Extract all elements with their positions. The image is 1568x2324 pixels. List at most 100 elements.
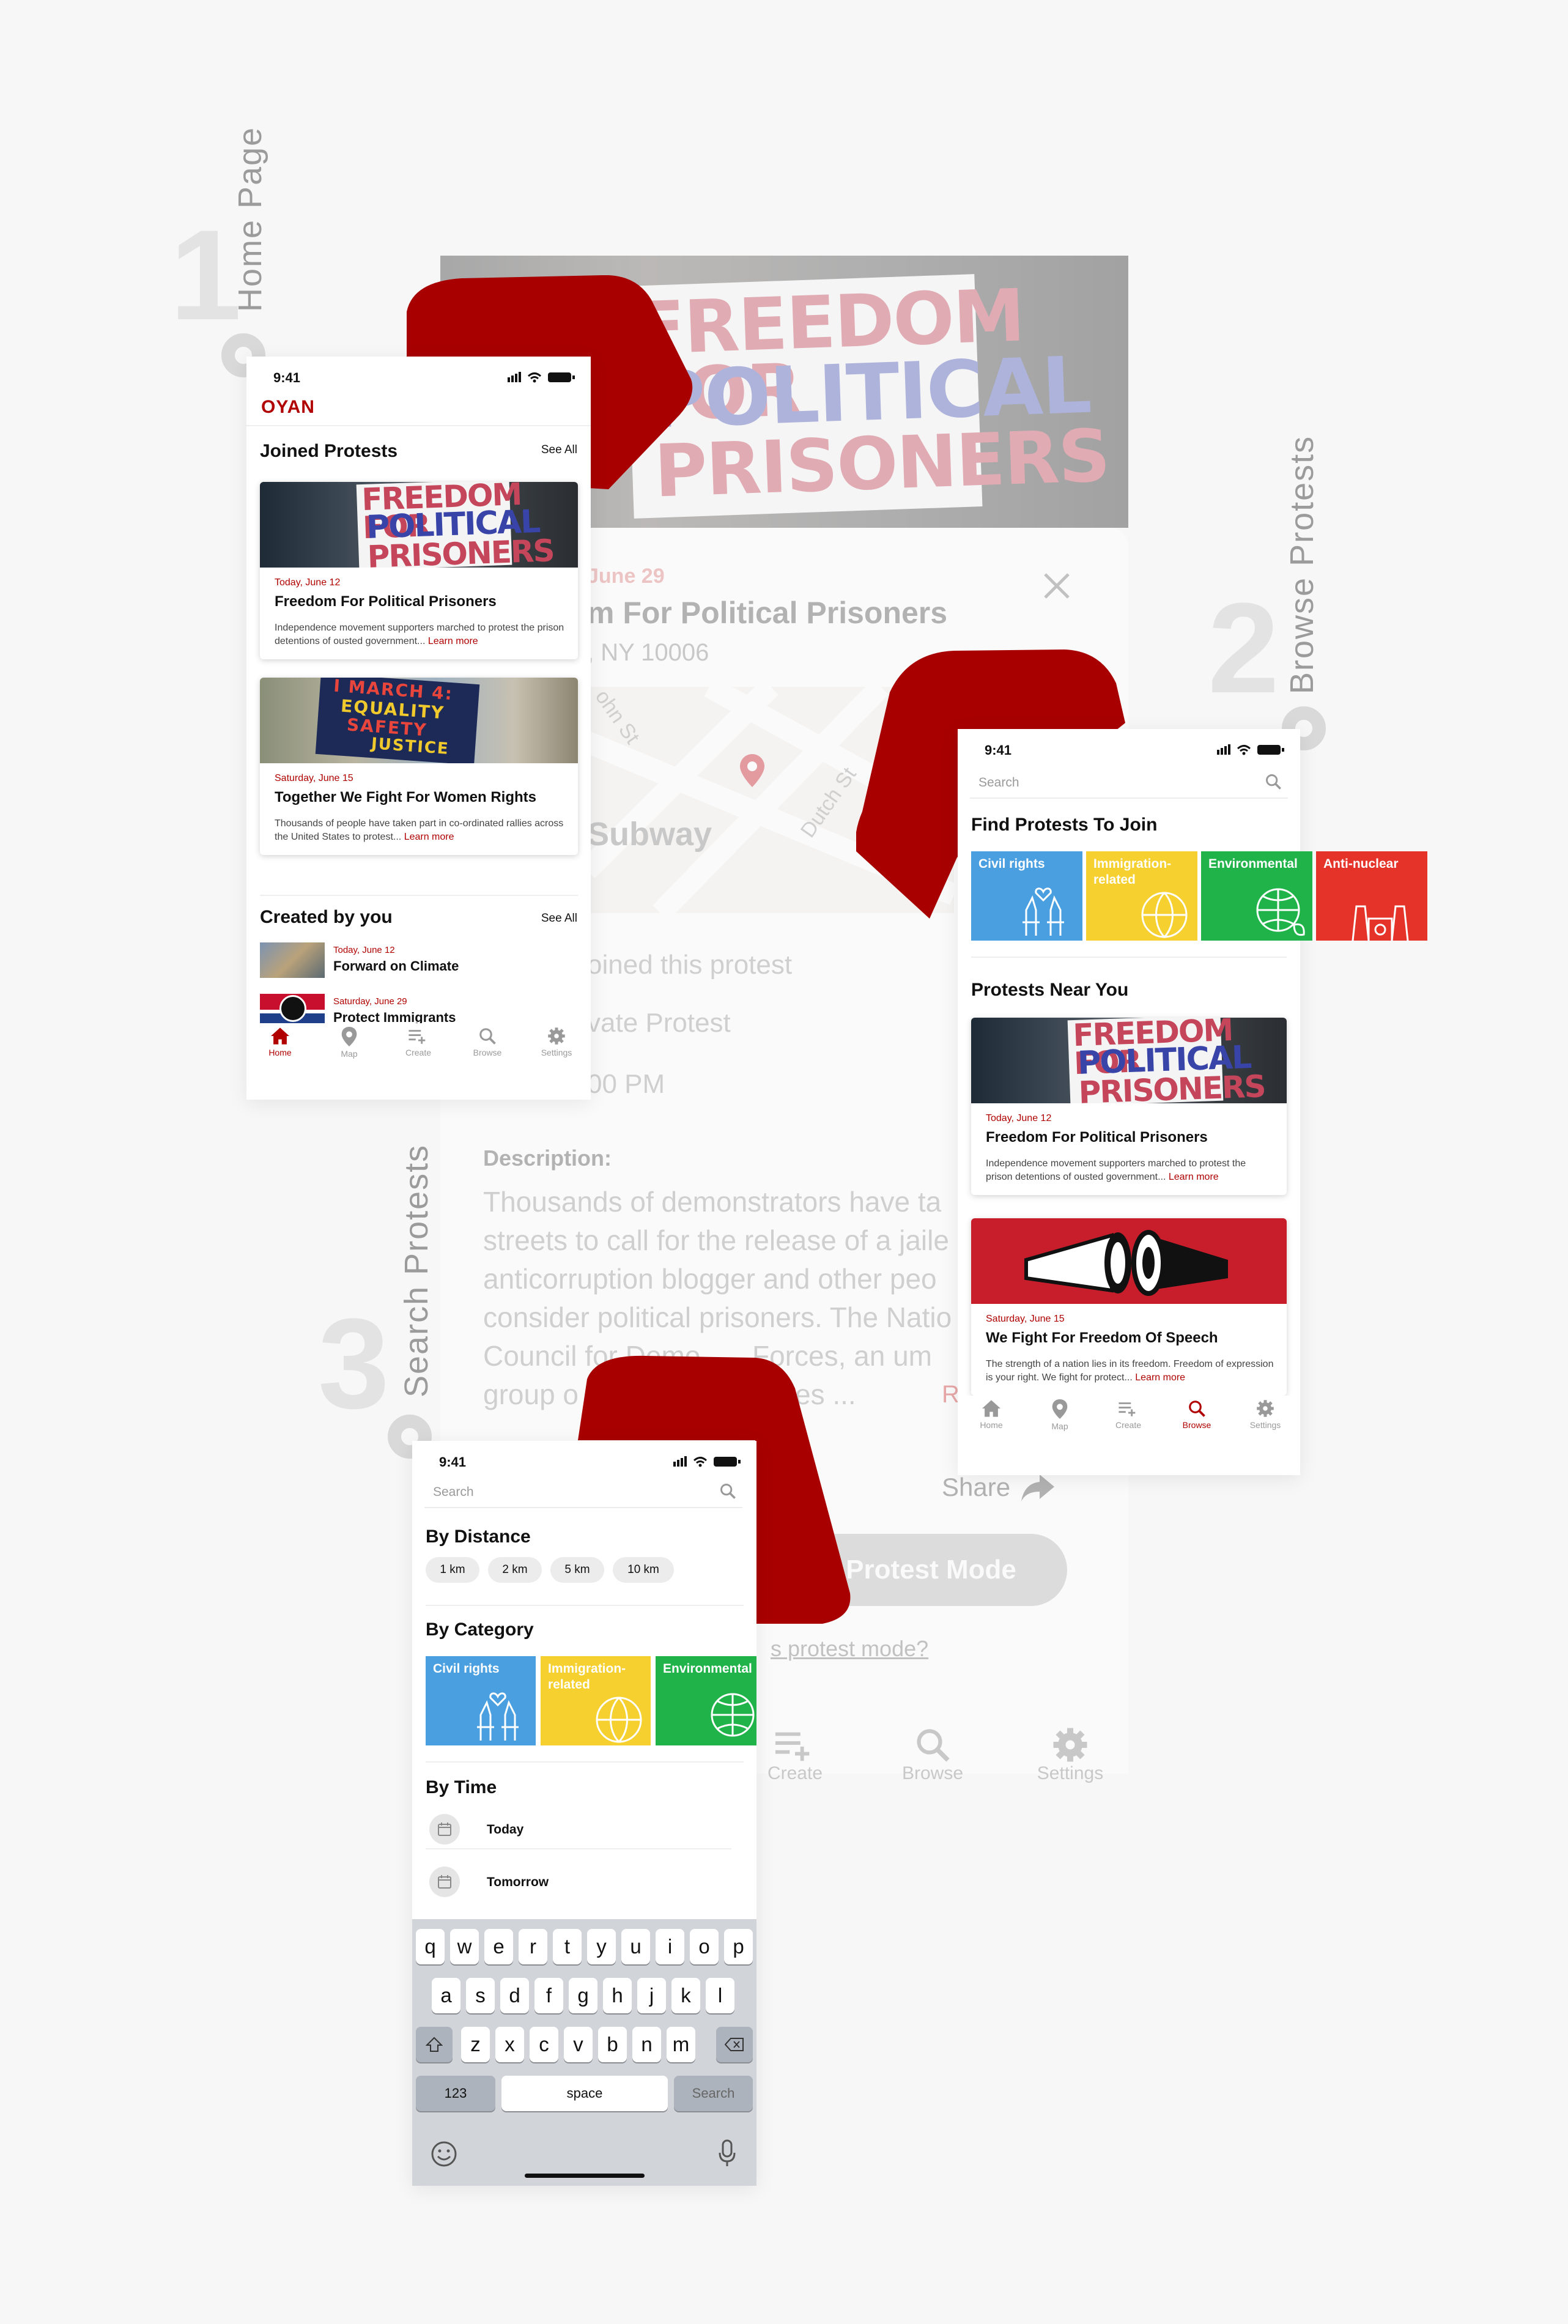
detail-tab-settings[interactable]: Settings <box>1024 1726 1116 1784</box>
tab-map[interactable]: Map <box>1026 1399 1093 1431</box>
key-v[interactable]: v <box>564 2027 593 2062</box>
category-label: Environmental <box>663 1662 752 1676</box>
protest-mode-help-link[interactable]: s protest mode? <box>771 1636 928 1662</box>
key-m[interactable]: m <box>667 2027 695 2062</box>
key-i[interactable]: i <box>656 1929 684 1964</box>
space-key[interactable]: space <box>501 2076 668 2111</box>
key-n[interactable]: n <box>632 2027 661 2062</box>
emoji-icon[interactable] <box>431 2141 457 2167</box>
key-w[interactable]: w <box>450 1929 479 1964</box>
category-anti-nuclear[interactable]: Anti-nuclear <box>1316 851 1427 941</box>
key-l[interactable]: l <box>706 1978 734 2013</box>
close-icon[interactable] <box>1043 572 1071 603</box>
protest-card[interactable]: Saturday, June 15 We Fight For Freedom O… <box>971 1218 1287 1396</box>
create-icon <box>775 1732 810 1761</box>
protest-title: We Fight For Freedom Of Speech <box>986 1330 1218 1346</box>
key-g[interactable]: g <box>569 1978 597 2013</box>
key-k[interactable]: k <box>671 1978 700 2013</box>
gear-icon <box>1257 1400 1274 1417</box>
key-a[interactable]: a <box>432 1978 460 2013</box>
divider <box>426 1761 744 1763</box>
detail-sign-line: PRISONERS <box>653 413 1111 514</box>
learn-more-link[interactable]: Learn more <box>1169 1172 1219 1182</box>
category-environmental[interactable]: Environmental <box>656 1656 756 1745</box>
distance-chip[interactable]: 10 km <box>613 1557 674 1583</box>
search-icon <box>917 1729 950 1762</box>
delete-key[interactable] <box>716 2027 753 2062</box>
distance-chip[interactable]: 5 km <box>550 1557 604 1583</box>
key-t[interactable]: t <box>553 1929 582 1964</box>
globe-hands-icon <box>596 1697 642 1744</box>
key-r[interactable]: r <box>519 1929 547 1964</box>
canvas: FREEDOM FOR POLITICAL PRISONERS June 29 … <box>0 0 1568 2324</box>
key-z[interactable]: z <box>461 2027 490 2062</box>
category-civil-rights[interactable]: Civil rights <box>426 1656 536 1745</box>
key-c[interactable]: c <box>530 2027 558 2062</box>
key-d[interactable]: d <box>500 1978 529 2013</box>
tab-home[interactable]: Home <box>958 1399 1025 1430</box>
protest-card[interactable]: FREEDOM FOR POLITICAL PRISONERS Today, J… <box>260 482 578 659</box>
tab-home[interactable]: Home <box>246 1027 314 1057</box>
protest-time: 00 PM <box>587 1069 665 1099</box>
see-all-link[interactable]: See All <box>541 443 577 457</box>
learn-more-link[interactable]: Learn more <box>404 832 454 842</box>
microphone-icon[interactable] <box>718 2139 736 2167</box>
protest-card[interactable]: FREEDOM FOR POLITICAL PRISONERS Today, J… <box>971 1018 1287 1195</box>
time-option-tomorrow[interactable]: Tomorrow <box>426 1863 731 1902</box>
tab-map[interactable]: Map <box>316 1027 383 1059</box>
created-protest-item[interactable]: Today, June 12 Forward on Climate <box>260 942 578 979</box>
sign-line: PRISONERS <box>366 533 555 568</box>
protest-title: Freedom For Political Prisoners <box>986 1129 1208 1145</box>
tab-settings[interactable]: Settings <box>1232 1399 1299 1430</box>
learn-more-link[interactable]: Learn more <box>1135 1372 1185 1383</box>
protest-card-image: FREEDOM FOR POLITICAL PRISONERS <box>260 482 578 568</box>
divider <box>426 1605 744 1606</box>
protest-thumbnail <box>260 942 325 978</box>
search-icon <box>479 1028 496 1045</box>
tab-label: Settings <box>541 1048 572 1057</box>
tab-label: Map <box>341 1049 358 1059</box>
key-e[interactable]: e <box>484 1929 513 1964</box>
distance-chip[interactable]: 1 km <box>426 1557 479 1583</box>
numbers-key[interactable]: 123 <box>416 2076 495 2111</box>
tab-browse[interactable]: Browse <box>454 1027 521 1057</box>
category-immigration[interactable]: Immigration-related <box>541 1656 651 1745</box>
key-y[interactable]: y <box>587 1929 616 1964</box>
key-s[interactable]: s <box>466 1978 495 2013</box>
key-q[interactable]: q <box>416 1929 445 1964</box>
category-label: Civil rights <box>433 1662 500 1676</box>
status-time: 9:41 <box>439 1454 467 1470</box>
tab-create[interactable]: Create <box>1095 1399 1162 1430</box>
tab-settings[interactable]: Settings <box>523 1027 590 1057</box>
search-key[interactable]: Search <box>674 2076 753 2111</box>
search-input[interactable]: Search <box>424 1474 742 1508</box>
tab-create[interactable]: Create <box>385 1027 452 1057</box>
status-bar: 9:41 <box>246 357 591 399</box>
time-option-today[interactable]: Today <box>426 1810 731 1849</box>
tab-browse[interactable]: Browse <box>1163 1399 1230 1430</box>
shift-key[interactable] <box>416 2027 453 2062</box>
distance-chip[interactable]: 2 km <box>488 1557 542 1583</box>
protest-card[interactable]: I MARCH 4: EQUALITY SAFETY JUSTICE Satur… <box>260 678 578 855</box>
see-all-link[interactable]: See All <box>541 912 577 925</box>
key-o[interactable]: o <box>690 1929 719 1964</box>
key-h[interactable]: h <box>603 1978 632 2013</box>
section-title: By Distance <box>426 1527 531 1547</box>
share-button[interactable]: Share <box>942 1473 1010 1502</box>
detail-tab-create[interactable]: Create <box>752 1726 838 1784</box>
read-more-link[interactable]: R <box>942 1381 960 1408</box>
learn-more-link[interactable]: Learn more <box>428 636 478 646</box>
divider <box>246 425 591 426</box>
protest-title: Forward on Climate <box>333 958 459 974</box>
category-civil-rights[interactable]: Civil rights <box>971 851 1082 941</box>
key-f[interactable]: f <box>534 1978 563 2013</box>
key-u[interactable]: u <box>621 1929 650 1964</box>
search-input[interactable]: Search <box>970 764 1288 799</box>
key-x[interactable]: x <box>495 2027 524 2062</box>
key-p[interactable]: p <box>724 1929 753 1964</box>
key-b[interactable]: b <box>598 2027 627 2062</box>
detail-tab-browse[interactable]: Browse <box>890 1726 975 1784</box>
key-j[interactable]: j <box>637 1978 666 2013</box>
category-immigration[interactable]: Immigration-related <box>1086 851 1197 941</box>
category-environmental[interactable]: Environmental <box>1201 851 1312 941</box>
